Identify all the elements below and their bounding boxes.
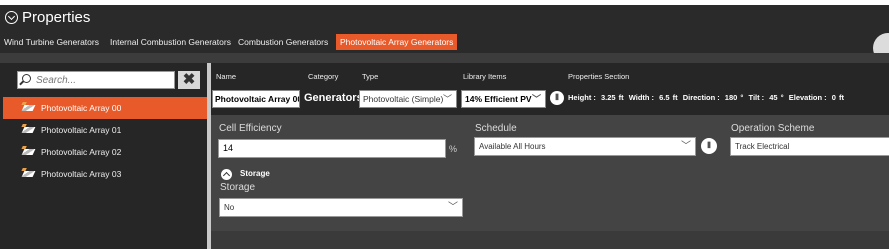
prop-width-value: 6.5 ft [659, 93, 678, 102]
type-select[interactable]: Photovoltaic (Simple) ﹀ [359, 90, 457, 108]
properties-section-label: Properties Section [568, 72, 630, 81]
search-input[interactable]: Search... [17, 71, 175, 89]
category-label: Category [308, 72, 339, 81]
properties-header: Name Category Type Library Items Propert… [211, 63, 889, 115]
clear-search-button[interactable]: ✖ [178, 71, 200, 89]
library-icon[interactable]: ⦀ [701, 138, 717, 154]
schedule-value: Available All Hours [479, 142, 546, 151]
chevron-down-icon: ﹀ [531, 94, 541, 104]
library-item-value: 14% Efficient PV [465, 94, 532, 104]
prop-elevation-key: Elevation [788, 93, 823, 102]
storage-label: Storage [220, 182, 256, 193]
cell-efficiency-input[interactable]: 14 [218, 139, 446, 158]
generator-list-panel: Search... ✖ Photovoltaic Array 00 Photov… [0, 63, 207, 249]
library-item-select[interactable]: 14% Efficient PV ﹀ [461, 90, 546, 108]
chevron-down-icon: ﹀ [448, 202, 458, 213]
list-item-photovoltaic-array-02[interactable]: Photovoltaic Array 02 [3, 141, 207, 163]
solar-panel-icon [21, 149, 36, 155]
tab-wind-turbine-generators[interactable]: Wind Turbine Generators [0, 34, 103, 50]
list-item-photovoltaic-array-01[interactable]: Photovoltaic Array 01 [3, 119, 207, 141]
tab-bar: Wind Turbine Generators Internal Combust… [0, 31, 889, 63]
prop-tilt-value: 45 ° [769, 93, 784, 102]
list-item-label: Photovoltaic Array 00 [41, 103, 122, 113]
name-label: Name [216, 72, 237, 81]
operation-scheme-label: Operation Scheme [731, 123, 815, 134]
title-bar: Properties [0, 5, 889, 31]
chevron-circle-icon[interactable] [5, 11, 18, 24]
category-value: Generators [304, 92, 363, 104]
storage-section-header: Storage [240, 169, 270, 178]
prop-direction-key: Direction [682, 93, 716, 102]
prop-width-key: Width [628, 93, 650, 102]
solar-panel-icon [21, 127, 36, 133]
search-icon [22, 74, 31, 83]
operation-scheme-select[interactable]: Track Electrical [730, 137, 889, 156]
storage-value: No [224, 203, 235, 212]
list-item-photovoltaic-array-00[interactable]: Photovoltaic Array 00 [3, 97, 207, 119]
prop-elevation-value: 0 ft [831, 93, 844, 102]
type-label: Type [362, 72, 379, 81]
tab-combustion-generators[interactable]: Combustion Generators [234, 34, 332, 50]
list-item-photovoltaic-array-03[interactable]: Photovoltaic Array 03 [3, 163, 207, 185]
schedule-select[interactable]: Available All Hours ﹀ [474, 137, 696, 156]
solar-panel-icon [21, 105, 36, 111]
prop-direction-value: 180 ° [724, 93, 744, 102]
chevron-down-icon: ﹀ [681, 141, 691, 152]
list-item-label: Photovoltaic Array 02 [41, 147, 122, 157]
prop-height-value: 3.25 ft [600, 93, 624, 102]
bottom-band [211, 231, 889, 249]
cell-efficiency-label: Cell Efficiency [219, 123, 282, 134]
name-field[interactable]: Photovoltaic Array 00 [212, 90, 300, 108]
list-item-label: Photovoltaic Array 03 [41, 169, 122, 179]
tab-internal-combustion-generators[interactable]: Internal Combustion Generators [106, 34, 235, 50]
library-items-label: Library Items [463, 72, 507, 81]
generator-list: Photovoltaic Array 00 Photovoltaic Array… [3, 97, 207, 185]
storage-select[interactable]: No ﹀ [219, 198, 463, 217]
solar-panel-icon [21, 171, 36, 177]
prop-height-key: Height [568, 93, 592, 102]
library-icon[interactable]: ⦀ [550, 91, 564, 105]
chevron-up-icon[interactable] [221, 169, 232, 180]
properties-summary: Height: 3.25 ft Width: 6.5 ft Direction:… [568, 93, 844, 102]
separator [0, 53, 889, 63]
operation-scheme-value: Track Electrical [735, 142, 790, 151]
type-value: Photovoltaic (Simple) [363, 94, 444, 104]
chevron-down-icon: ﹀ [442, 94, 452, 104]
window-title: Properties [22, 9, 91, 26]
schedule-label: Schedule [475, 123, 517, 134]
prop-tilt-key: Tilt [748, 93, 760, 102]
cell-efficiency-unit: % [449, 144, 458, 154]
tab-photovoltaic-array-generators[interactable]: Photovoltaic Array Generators [336, 34, 458, 50]
properties-panel: Name Category Type Library Items Propert… [211, 63, 889, 249]
search-placeholder: Search... [36, 75, 77, 86]
list-item-label: Photovoltaic Array 01 [41, 125, 122, 135]
